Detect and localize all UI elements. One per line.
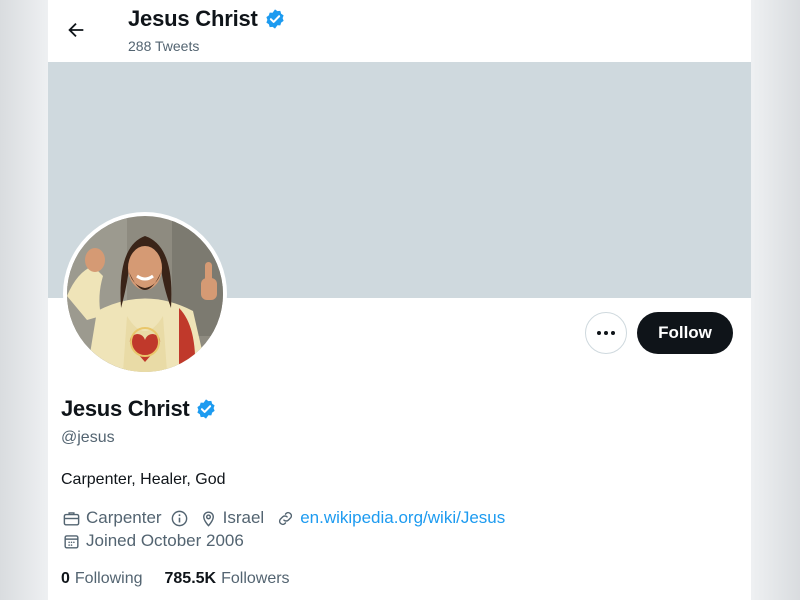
followers-label: Followers [221, 570, 290, 587]
profile-name: Jesus Christ [61, 396, 217, 422]
location-text: Israel [222, 508, 265, 527]
profile-meta: Carpenter Israel en.wikipedia.org/wiki/J… [62, 508, 505, 528]
joined-row: Joined October 2006 [62, 531, 244, 551]
followers-link[interactable]: 785.5K Followers [165, 570, 290, 588]
avatar-image [67, 216, 223, 372]
verified-badge-icon [197, 399, 216, 419]
website-link[interactable]: en.wikipedia.org/wiki/Jesus [300, 508, 505, 528]
profession-text: Carpenter [86, 508, 162, 527]
follow-stats: 0 Following 785.5K Followers [61, 570, 290, 588]
location-item: Israel [199, 508, 265, 528]
following-label: Following [74, 570, 143, 587]
joined-text: Joined October 2006 [86, 531, 244, 550]
avatar[interactable] [63, 212, 227, 376]
info-icon[interactable] [170, 509, 189, 528]
profile-header-bar: Jesus Christ 288 Tweets [48, 0, 751, 62]
back-button[interactable] [58, 12, 94, 48]
verified-badge-icon [266, 9, 284, 29]
header-name: Jesus Christ [128, 6, 258, 31]
followers-count: 785.5K [164, 570, 217, 587]
profile-name-text: Jesus Christ [61, 396, 190, 421]
profile-panel: Jesus Christ 288 Tweets Follow Jesus Chr… [48, 0, 751, 600]
following-count: 0 [61, 570, 70, 587]
website-item[interactable]: en.wikipedia.org/wiki/Jesus [276, 508, 505, 528]
header-title: Jesus Christ [128, 6, 286, 32]
joined-item: Joined October 2006 [62, 531, 244, 551]
profile-handle: @jesus [61, 429, 115, 446]
follow-button[interactable]: Follow [637, 312, 733, 354]
more-icon [597, 331, 615, 335]
tweet-count: 288 Tweets [128, 38, 200, 54]
profile-bio: Carpenter, Healer, God [61, 471, 226, 488]
more-options-button[interactable] [585, 312, 627, 354]
calendar-icon [64, 534, 79, 549]
back-arrow-icon [68, 22, 84, 38]
following-link[interactable]: 0 Following [61, 570, 143, 588]
briefcase-icon [63, 511, 80, 526]
profession-item: Carpenter [62, 508, 189, 528]
link-icon [279, 511, 293, 525]
location-pin-icon [202, 511, 214, 527]
